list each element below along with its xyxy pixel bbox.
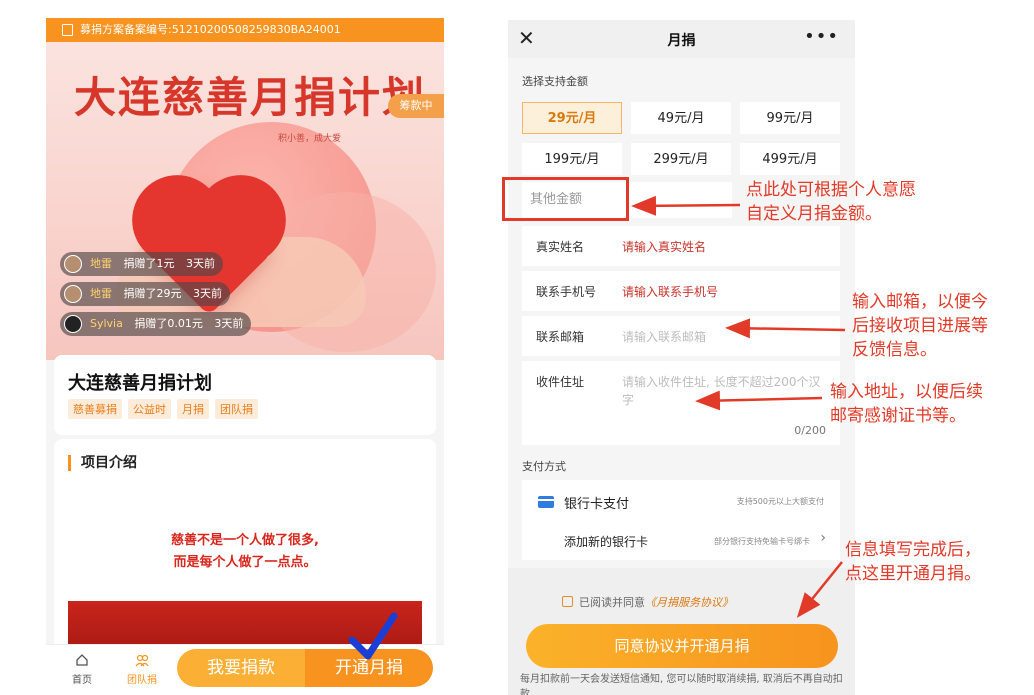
arrow-to-email	[725, 318, 846, 339]
arrow-to-address	[695, 390, 823, 411]
arrow-to-other-amount	[631, 195, 741, 216]
arrow-to-submit	[796, 561, 843, 618]
annotation-arrows	[348, 195, 846, 660]
checkmark-icon	[348, 612, 398, 660]
